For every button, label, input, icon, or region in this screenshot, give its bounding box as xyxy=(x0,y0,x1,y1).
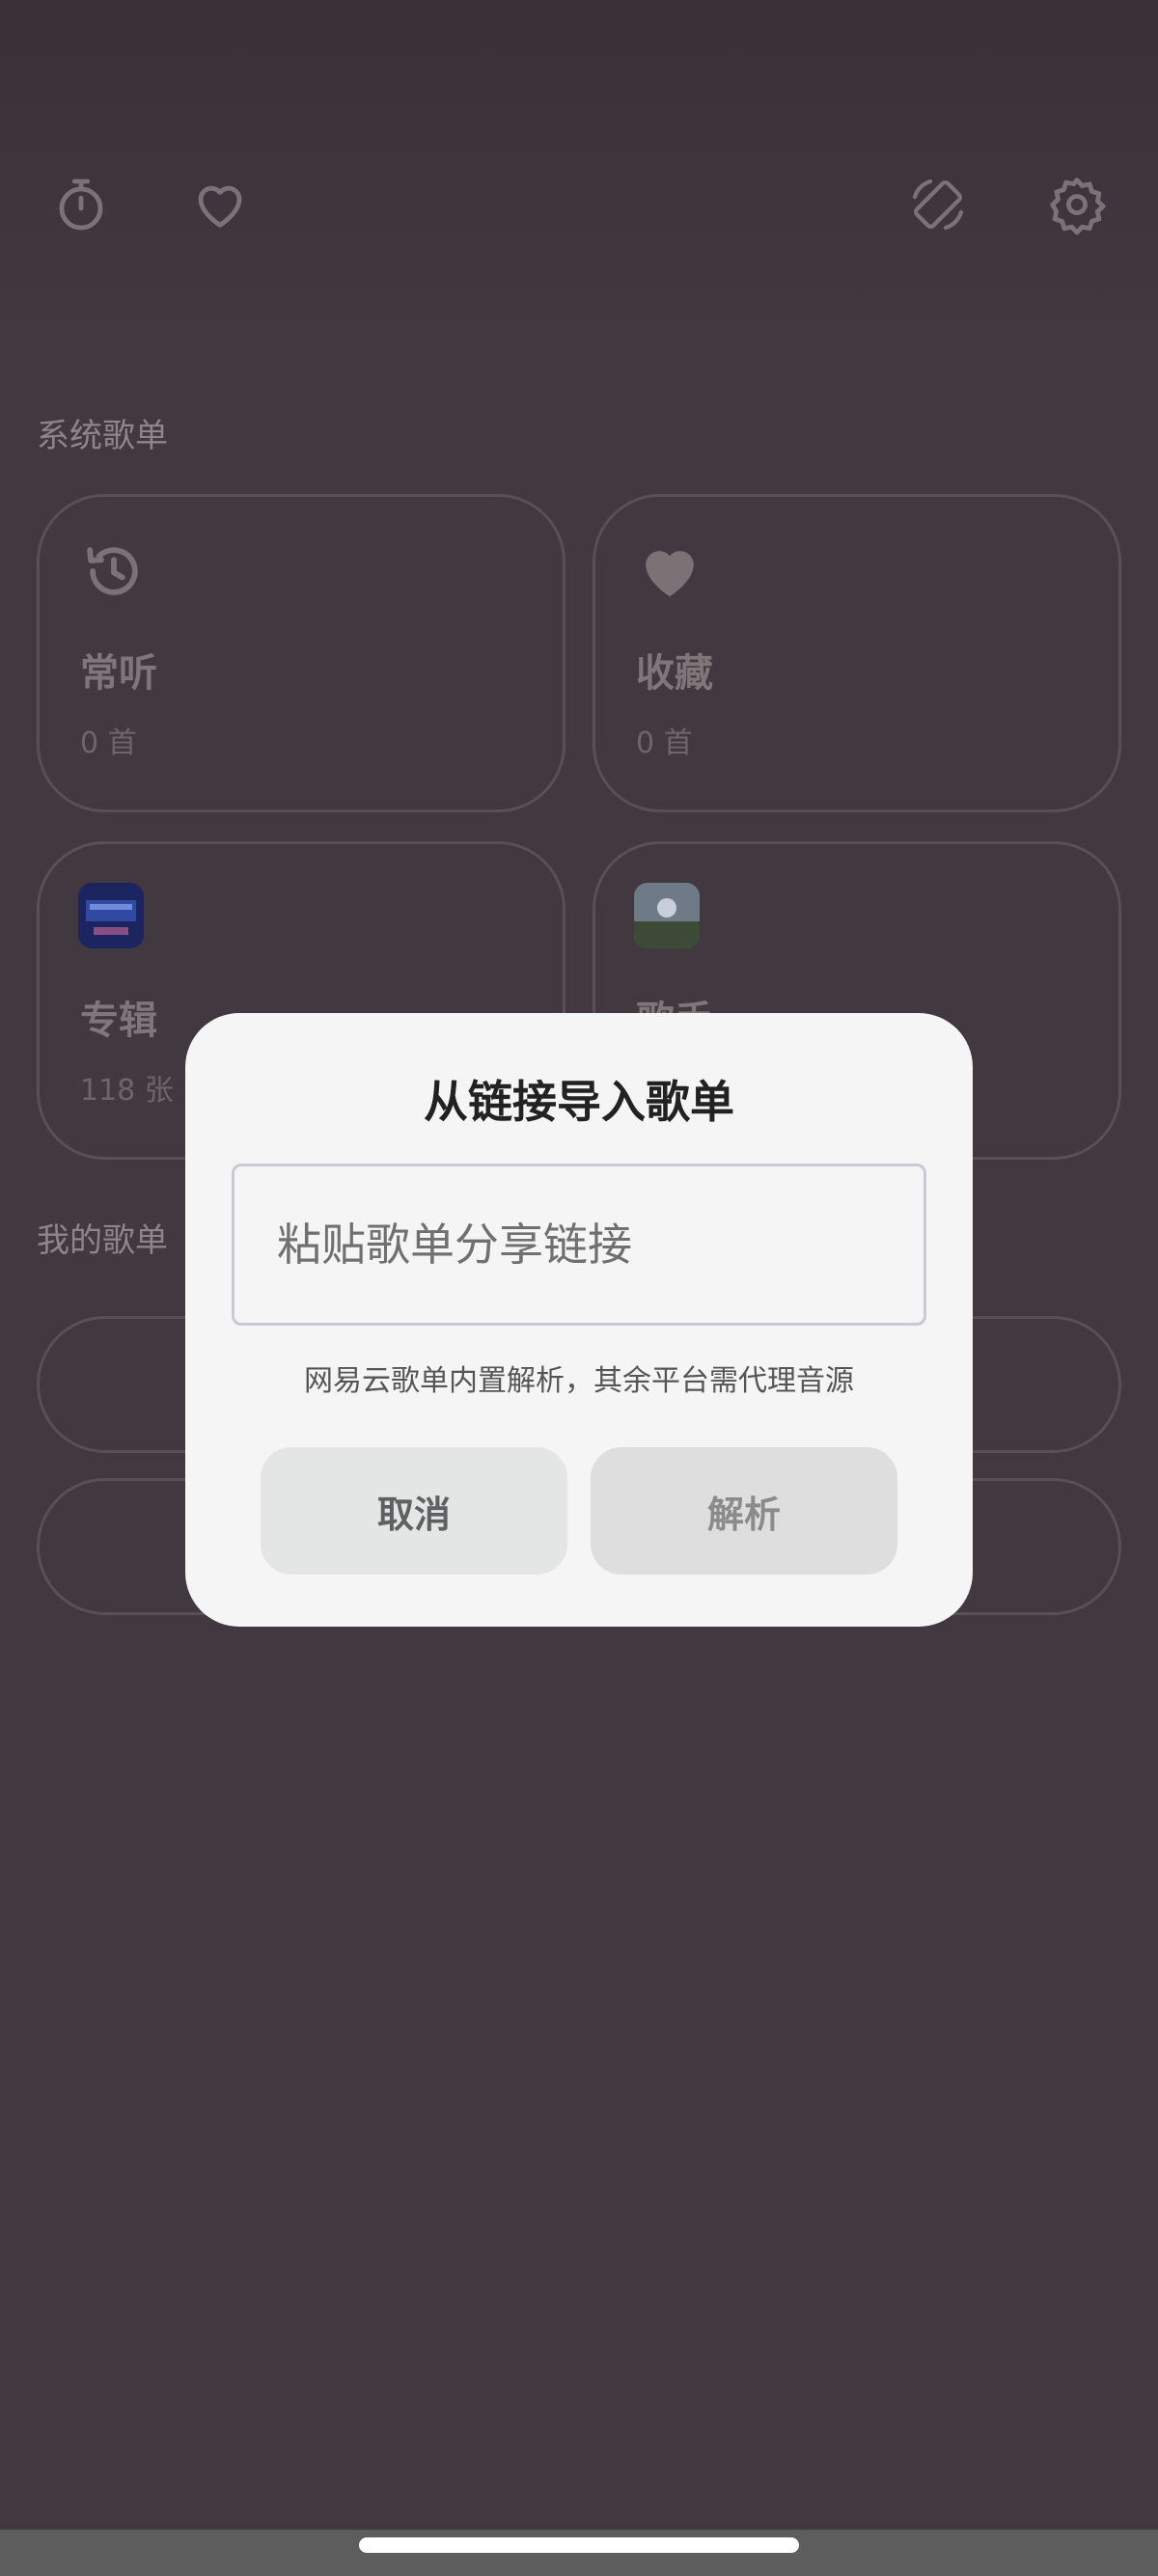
card-title: 收藏 xyxy=(636,651,713,696)
parse-button[interactable]: 解析 xyxy=(591,1447,897,1575)
card-favorites[interactable]: 收藏 0 首 xyxy=(593,494,1121,812)
gesture-handle[interactable] xyxy=(359,2537,799,2553)
import-playlist-dialog: 从链接导入歌单 网易云歌单内置解析，其余平台需代理音源 取消 解析 xyxy=(185,1013,973,1627)
dialog-title: 从链接导入歌单 xyxy=(424,1076,734,1128)
card-count: 118 张 xyxy=(80,1074,174,1108)
timer-icon[interactable] xyxy=(46,170,116,239)
card-count: 0 首 xyxy=(80,726,137,760)
screen-rotate-icon[interactable] xyxy=(903,170,973,239)
card-count: 0 首 xyxy=(636,726,693,760)
history-icon xyxy=(87,547,138,595)
card-title: 专辑 xyxy=(80,999,157,1043)
card-title: 常听 xyxy=(80,651,157,696)
section-title-mine: 我的歌单 xyxy=(37,1221,168,1260)
artist-cover xyxy=(634,883,700,948)
card-frequent[interactable]: 常听 0 首 xyxy=(37,494,565,812)
heart-outline-icon[interactable] xyxy=(185,170,255,239)
gear-icon[interactable] xyxy=(1042,170,1112,239)
dialog-hint: 网易云歌单内置解析，其余平台需代理音源 xyxy=(304,1364,854,1398)
playlist-link-input[interactable] xyxy=(232,1164,926,1326)
section-title-system: 系统歌单 xyxy=(37,417,168,455)
heart-filled-icon xyxy=(646,551,694,597)
cancel-button[interactable]: 取消 xyxy=(261,1447,567,1575)
album-cover xyxy=(78,883,144,948)
